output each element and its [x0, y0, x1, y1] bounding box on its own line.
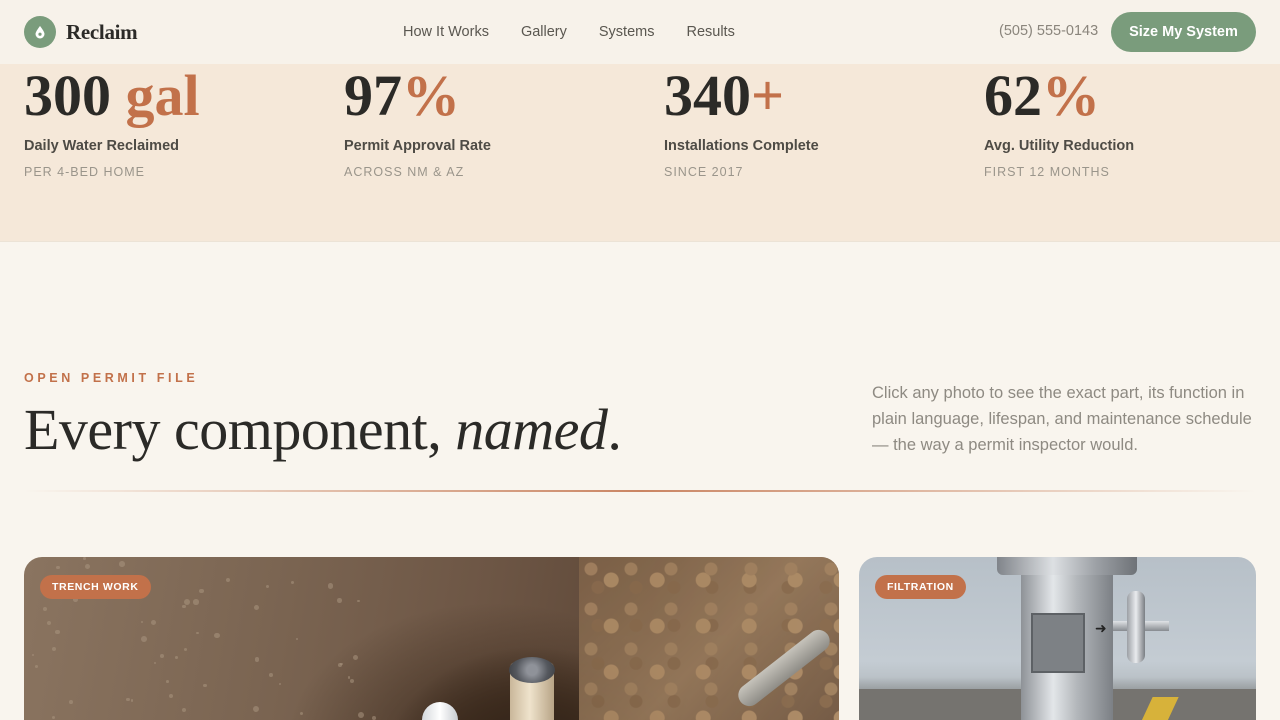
soil-speck: [337, 598, 342, 603]
nav-link-systems[interactable]: Systems: [599, 24, 655, 40]
soil-speck: [296, 638, 299, 641]
soil-speck: [291, 580, 295, 584]
stat-sublabel: FIRST 12 MONTHS: [984, 165, 1110, 179]
soil-speck: [299, 711, 304, 715]
top-navigation: Reclaim How It Works Gallery Systems Res…: [0, 0, 1280, 64]
nav-link-results[interactable]: Results: [686, 24, 734, 40]
soil-speck: [357, 711, 364, 718]
category-tag: FILTRATION: [875, 575, 966, 599]
soil-speck: [31, 653, 34, 656]
soil-speck: [199, 588, 204, 593]
phone-link[interactable]: (505) 555-0143: [999, 23, 1098, 39]
soil-speck: [357, 599, 360, 603]
nav-links: How It Works Gallery Systems Results: [403, 0, 735, 64]
soil-speck: [225, 577, 230, 582]
stat-label: Installations Complete: [664, 138, 819, 154]
soil-speck: [130, 699, 134, 703]
filter-flange-image: [997, 557, 1137, 575]
stat-permit-approval: 97% Permit Approval Rate ACROSS NM & AZ: [344, 63, 644, 180]
soil-speck: [372, 716, 376, 720]
stat-value: 340+: [664, 63, 785, 128]
size-my-system-button[interactable]: Size My System: [1111, 12, 1256, 52]
stats-band: 300 gal Daily Water Reclaimed PER 4-BED …: [0, 64, 1280, 242]
filter-label-plate-image: [1031, 613, 1085, 673]
soil-speck: [55, 629, 60, 635]
soil-speck: [327, 583, 333, 589]
flow-arrow-icon: ➜: [1095, 620, 1107, 636]
soil-speck: [42, 607, 47, 612]
soil-speck: [47, 621, 52, 625]
soil-speck: [174, 656, 178, 659]
soil-speck: [69, 699, 73, 704]
stat-label: Avg. Utility Reduction: [984, 138, 1135, 154]
soil-speck: [119, 561, 125, 567]
soil-speck: [34, 665, 38, 669]
soil-speck: [203, 683, 207, 688]
soil-speck: [254, 605, 259, 611]
stat-daily-water: 300 gal Daily Water Reclaimed PER 4-BED …: [24, 63, 324, 180]
stat-sublabel: SINCE 2017: [664, 165, 744, 179]
soil-speck: [84, 563, 91, 570]
filter-valve-wheel-image: [1127, 591, 1145, 663]
soil-speck: [184, 598, 191, 605]
stat-label: Daily Water Reclaimed: [24, 138, 179, 154]
soil-speck: [159, 654, 164, 658]
stat-value: 97%: [344, 63, 460, 128]
soil-speck: [140, 621, 143, 624]
soil-speck: [153, 662, 156, 665]
soil-speck: [338, 662, 342, 667]
soil-speck: [56, 565, 61, 570]
stat-sublabel: PER 4-BED HOME: [24, 165, 145, 179]
section-eyebrow: OPEN PERMIT FILE: [24, 371, 199, 385]
soil-speck: [269, 673, 273, 678]
soil-speck: [83, 557, 86, 560]
pipe-cap-image-detail: [509, 657, 555, 683]
soil-speck: [165, 680, 169, 684]
divider: [24, 490, 1256, 492]
soil-speck: [183, 648, 187, 652]
stat-installations: 340+ Installations Complete SINCE 2017: [664, 63, 964, 180]
leaf-litter-image-area: [579, 557, 839, 720]
gallery-card-trench-work[interactable]: TRENCH WORK: [24, 557, 839, 720]
soil-speck: [126, 697, 131, 702]
soil-speck: [278, 682, 282, 686]
soil-speck: [347, 676, 351, 679]
soil-speck: [181, 707, 186, 712]
stat-label: Permit Approval Rate: [344, 138, 491, 154]
gallery-card-filtration[interactable]: FILTRATION ➜: [859, 557, 1256, 720]
section-intro: Click any photo to see the exact part, i…: [872, 384, 1252, 454]
category-tag: TRENCH WORK: [40, 575, 151, 599]
stat-value: 62%: [984, 63, 1100, 128]
soil-speck: [196, 631, 199, 635]
soil-speck: [168, 693, 174, 698]
soil-speck: [265, 585, 269, 589]
soil-speck: [353, 655, 359, 661]
soil-speck: [140, 635, 147, 642]
soil-speck: [193, 599, 199, 606]
brand-name: Reclaim: [66, 19, 138, 44]
stat-value: 300 gal: [24, 63, 200, 128]
soil-speck: [150, 620, 156, 626]
nav-link-gallery[interactable]: Gallery: [521, 24, 567, 40]
stat-sublabel: ACROSS NM & AZ: [344, 165, 465, 179]
soil-speck: [254, 656, 260, 662]
section-heading: Every component, named.: [24, 397, 622, 462]
water-drop-icon: [24, 16, 56, 48]
soil-speck: [51, 646, 57, 652]
stat-utility-reduction: 62% Avg. Utility Reduction FIRST 12 MONT…: [984, 63, 1280, 180]
brand[interactable]: Reclaim: [24, 16, 138, 48]
soil-speck: [350, 679, 355, 683]
soil-speck: [51, 715, 56, 720]
pipe-image-detail: [422, 702, 458, 720]
soil-speck: [252, 706, 259, 713]
soil-speck: [182, 604, 186, 609]
nav-link-how-it-works[interactable]: How It Works: [403, 24, 489, 40]
soil-speck: [214, 632, 220, 639]
